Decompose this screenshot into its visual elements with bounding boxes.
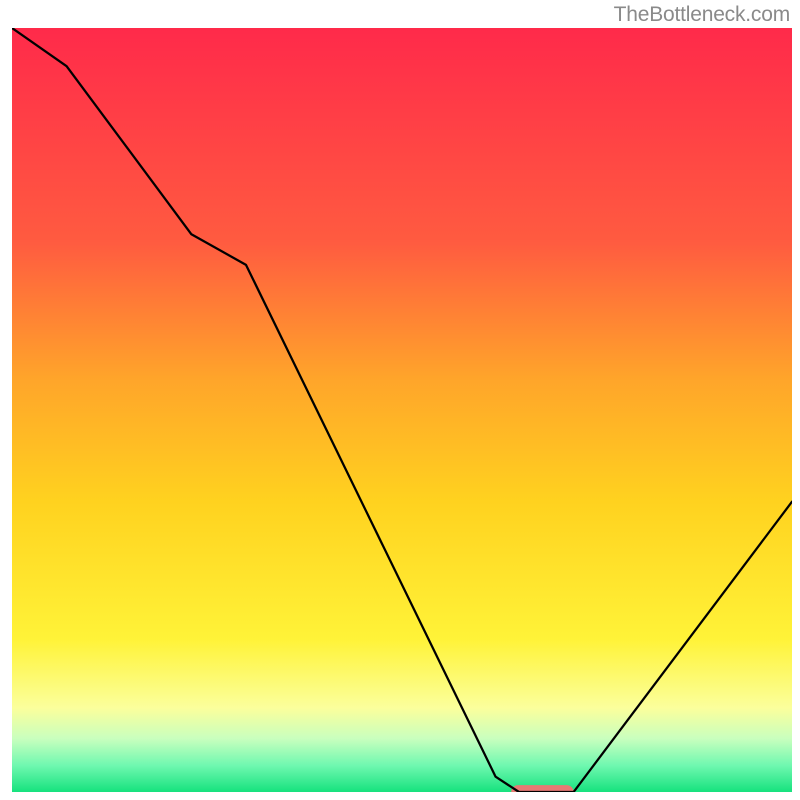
attribution-label: TheBottleneck.com	[614, 3, 790, 27]
chart-background	[12, 28, 792, 792]
bottleneck-chart	[12, 28, 792, 792]
chart-svg	[12, 28, 792, 792]
